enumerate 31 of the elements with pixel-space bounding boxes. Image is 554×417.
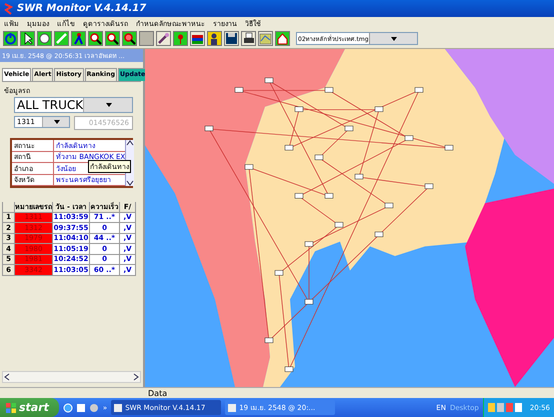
circle-icon[interactable] <box>37 31 52 46</box>
window-title: SWR Monitor V.4.14.17 <box>17 3 146 14</box>
caret-icon <box>390 36 397 40</box>
document-icon[interactable] <box>76 402 86 412</box>
printer-icon[interactable] <box>241 31 256 46</box>
power-icon[interactable] <box>3 31 18 46</box>
window-icon <box>114 404 122 412</box>
wand-icon[interactable] <box>156 31 171 46</box>
map-icon[interactable] <box>258 31 273 46</box>
scroll-down-icon[interactable] <box>126 180 134 186</box>
media-icon[interactable] <box>88 402 99 412</box>
browser-icon[interactable] <box>62 402 73 412</box>
home-icon[interactable] <box>275 31 290 46</box>
scroll-right-icon[interactable] <box>132 373 140 381</box>
save-icon[interactable] <box>224 31 239 46</box>
person-icon[interactable] <box>207 31 222 46</box>
scroll-up-icon[interactable] <box>126 140 134 146</box>
app-icon <box>3 2 13 14</box>
fleet-dropdown[interactable]: ALL TRUCK <box>14 97 133 113</box>
caret-icon <box>54 120 60 124</box>
pointer-icon[interactable] <box>20 31 35 46</box>
horizontal-scrollbar[interactable] <box>2 371 141 383</box>
status-text: Data <box>148 388 168 398</box>
zoom-icon[interactable] <box>122 31 137 46</box>
pencil-icon[interactable] <box>54 31 69 46</box>
caret-icon <box>106 103 112 107</box>
books-icon[interactable] <box>190 31 205 46</box>
windows-logo-icon <box>6 402 16 412</box>
scroll-left-icon[interactable] <box>3 373 11 381</box>
figure-icon[interactable] <box>71 31 86 46</box>
window-icon <box>228 404 236 412</box>
